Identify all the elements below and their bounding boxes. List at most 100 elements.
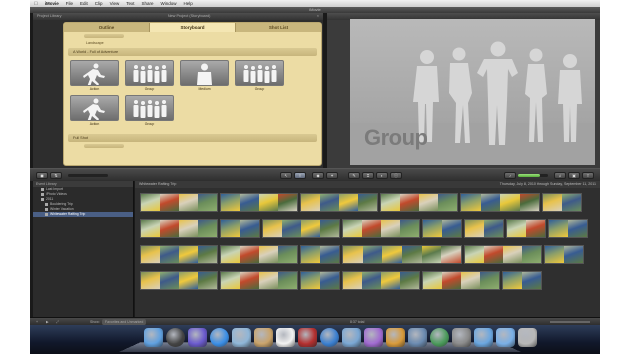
storyboard-clip[interactable]: Medium xyxy=(180,60,229,91)
system-preferences-icon[interactable] xyxy=(452,328,471,347)
event-clip[interactable] xyxy=(460,193,540,212)
xcode-icon[interactable] xyxy=(408,328,427,347)
tab-outline[interactable]: Outline xyxy=(64,23,150,32)
preview-viewer[interactable]: Group xyxy=(350,19,595,165)
folder-icon[interactable] xyxy=(474,328,493,347)
clip-thumbnail xyxy=(423,220,442,237)
event-clip[interactable] xyxy=(464,219,504,238)
thumbnail-size-slider[interactable] xyxy=(550,321,590,323)
list-icon[interactable]: ≡ xyxy=(294,172,306,179)
menu-item-share[interactable]: Share xyxy=(142,1,154,6)
menu-item-edit[interactable]: Edit xyxy=(80,1,88,6)
menu-item-view[interactable]: View xyxy=(110,1,120,6)
menu-item-help[interactable]: Help xyxy=(184,1,193,6)
event-clip[interactable] xyxy=(140,193,218,212)
tab-shot-list[interactable]: Shot List xyxy=(236,23,321,32)
event-clip[interactable] xyxy=(300,271,340,290)
event-clip[interactable] xyxy=(506,219,546,238)
camera-icon[interactable]: ◼ xyxy=(36,172,48,179)
documents-icon[interactable] xyxy=(496,328,515,347)
menu-item-file[interactable]: File xyxy=(66,1,73,6)
iphoto-icon[interactable] xyxy=(342,328,361,347)
select-icon[interactable]: ↖ xyxy=(280,172,292,179)
calendar-icon[interactable] xyxy=(276,328,295,347)
event-clip[interactable] xyxy=(300,245,340,264)
menu-item-imovie[interactable]: iMovie xyxy=(45,1,59,6)
menu-item-window[interactable]: Window xyxy=(161,1,177,6)
clip-thumbnail xyxy=(301,220,320,237)
storyboard-slot[interactable] xyxy=(84,34,124,38)
event-clip[interactable] xyxy=(422,219,462,238)
tab-storyboard[interactable]: Storyboard xyxy=(150,23,236,32)
event-clip[interactable] xyxy=(542,193,582,212)
event-clip[interactable] xyxy=(422,271,500,290)
landscape-label: Landscape xyxy=(86,41,104,45)
menu-item-text[interactable]: Text xyxy=(126,1,134,6)
storyboard-clip[interactable]: Group xyxy=(125,60,174,91)
storyboard-clip[interactable]: Group xyxy=(235,60,284,91)
event-clip[interactable] xyxy=(220,193,298,212)
apple-menu-icon[interactable]:  xyxy=(34,1,38,7)
time-machine-icon[interactable] xyxy=(430,328,449,347)
safari-icon[interactable] xyxy=(210,328,229,347)
mic-icon[interactable]: ♪ xyxy=(504,172,516,179)
event-clip[interactable] xyxy=(300,193,378,212)
event-clip[interactable] xyxy=(220,219,260,238)
event-clip[interactable] xyxy=(342,245,462,264)
clip-thumbnail xyxy=(263,220,282,237)
storyboard-clip[interactable]: Action xyxy=(70,60,119,91)
event-star-icon xyxy=(45,213,48,216)
event-clip[interactable] xyxy=(548,219,588,238)
volume-meter[interactable] xyxy=(518,174,548,177)
event-clip[interactable] xyxy=(140,271,218,290)
photo-booth-icon[interactable] xyxy=(298,328,317,347)
trash-icon[interactable] xyxy=(518,328,537,347)
project-library-label[interactable]: Project Library xyxy=(37,13,61,20)
close-icon[interactable]: × xyxy=(317,13,319,20)
clip-row xyxy=(140,193,582,212)
clip-thumbnail xyxy=(320,246,339,263)
crop-icon[interactable]: ⌗ xyxy=(362,172,374,179)
finder-icon[interactable] xyxy=(144,328,163,347)
event-clip[interactable] xyxy=(502,271,542,290)
storyboard-clip[interactable]: Action xyxy=(70,95,119,126)
library-item[interactable]: Whitewater Rafting Trip xyxy=(33,212,133,217)
imovie-icon[interactable] xyxy=(364,328,383,347)
swap-icon[interactable]: ⇅ xyxy=(50,172,62,179)
wrench-icon[interactable]: ✎ xyxy=(348,172,360,179)
event-clip[interactable] xyxy=(464,245,542,264)
chapter-icon[interactable]: ◆ xyxy=(312,172,324,179)
clip-thumbnail xyxy=(522,246,541,263)
storyboard-section-title[interactable]: Full Shot xyxy=(68,134,317,142)
contacts-icon[interactable] xyxy=(254,328,273,347)
event-clip[interactable] xyxy=(140,245,218,264)
itunes-icon[interactable] xyxy=(320,328,339,347)
event-clip[interactable] xyxy=(140,219,218,238)
title-icon[interactable]: T xyxy=(582,172,594,179)
info-icon[interactable]: ⓘ xyxy=(390,172,402,179)
keyword-icon[interactable]: ✦ xyxy=(326,172,338,179)
clip-thumbnail xyxy=(362,246,383,263)
clip-thumbnail xyxy=(562,194,581,211)
music-icon[interactable]: ♫ xyxy=(554,172,566,179)
event-clip[interactable] xyxy=(544,245,584,264)
event-clip[interactable] xyxy=(220,271,298,290)
event-clip[interactable] xyxy=(342,271,420,290)
event-clip[interactable] xyxy=(380,193,458,212)
event-clip[interactable] xyxy=(342,219,420,238)
zoom-slider[interactable] xyxy=(68,174,108,177)
storyboard-slot[interactable] xyxy=(84,144,124,148)
storyboard-row-1: Action Group Medium Group xyxy=(64,58,321,93)
garageband-icon[interactable] xyxy=(386,328,405,347)
clip-thumbnail xyxy=(400,220,419,237)
mail-icon[interactable] xyxy=(232,328,251,347)
menu-item-clip[interactable]: Clip xyxy=(95,1,103,6)
event-clip[interactable] xyxy=(220,245,298,264)
storyboard-clip[interactable]: Group xyxy=(125,95,174,126)
settings-icon[interactable]: ◐ xyxy=(376,172,388,179)
photo-icon[interactable]: ▣ xyxy=(568,172,580,179)
storyboard-section-title[interactable]: A World - Full of Adventure xyxy=(68,48,317,56)
dashboard-icon[interactable] xyxy=(166,328,185,347)
mission-control-icon[interactable] xyxy=(188,328,207,347)
event-clip[interactable] xyxy=(262,219,340,238)
